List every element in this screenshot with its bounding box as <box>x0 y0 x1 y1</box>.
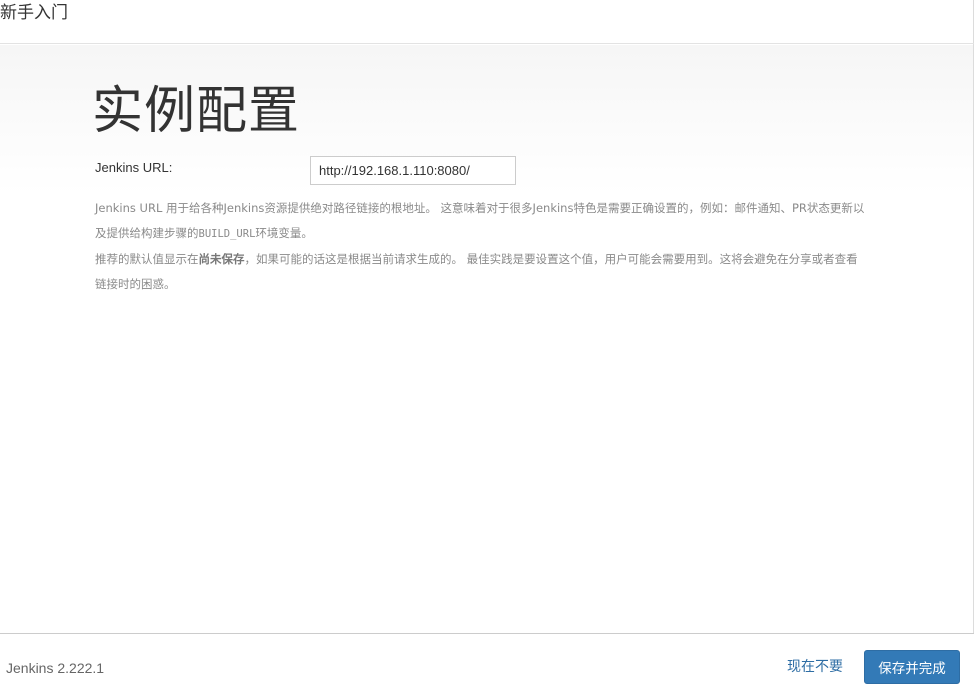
setup-wizard-dialog: 新手入门 实例配置 Jenkins URL: Jenkins URL 用于给各种… <box>0 0 974 699</box>
help-text: Jenkins URL 用于给各种Jenkins资源提供绝对路径链接的根地址。 … <box>95 196 865 297</box>
help-paragraph-2: 推荐的默认值显示在尚未保存，如果可能的话这是根据当前请求生成的。 最佳实践是要设… <box>95 252 858 291</box>
help-paragraph-1: Jenkins URL 用于给各种Jenkins资源提供绝对路径链接的根地址。 … <box>95 201 865 240</box>
not-yet-saved-emphasis: 尚未保存 <box>198 252 245 266</box>
jenkins-version: Jenkins 2.222.1 <box>6 660 105 676</box>
dialog-header: 新手入门 <box>0 0 974 44</box>
jenkins-url-input[interactable] <box>310 156 516 185</box>
jenkins-url-label: Jenkins URL: <box>95 160 173 175</box>
save-and-finish-button[interactable]: 保存并完成 <box>864 650 960 684</box>
page-title: 实例配置 <box>92 82 301 141</box>
not-now-link[interactable]: 现在不要 <box>787 656 843 676</box>
build-url-code: BUILD_URL <box>198 228 256 240</box>
dialog-title: 新手入门 <box>0 3 68 23</box>
dialog-footer: Jenkins 2.222.1 现在不要 保存并完成 <box>0 633 974 699</box>
